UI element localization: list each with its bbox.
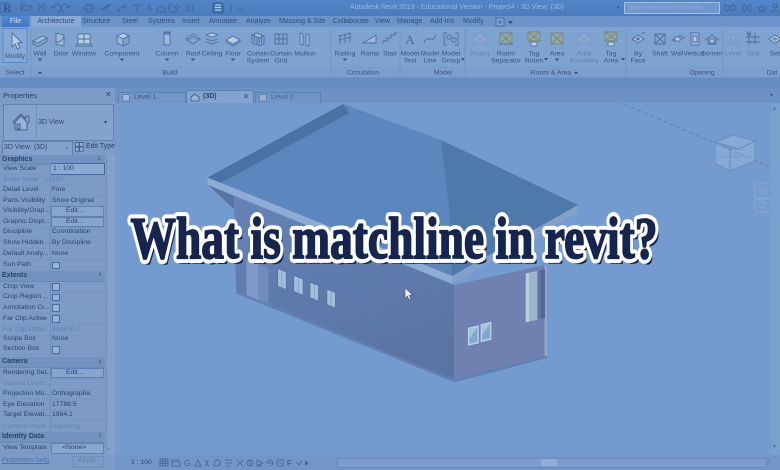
svg-text:What is matchline in revit?: What is matchline in revit? [131,205,658,272]
svg-text:Room: Room [497,51,515,58]
svg-text:Room: Room [471,51,489,58]
svg-text:Ramp: Ramp [361,51,379,58]
svg-text:Grid: Grid [275,58,288,65]
svg-text:Model: Model [421,51,440,58]
svg-text:Tag: Tag [529,51,540,58]
svg-text:Ceiling: Ceiling [202,51,223,58]
svg-text:Component: Component [104,51,139,58]
svg-text:Curtain: Curtain [270,51,292,58]
svg-text:Area: Area [550,51,565,58]
svg-text:Model: Model [401,51,420,58]
svg-text:Area: Area [577,51,592,58]
svg-text:Level: Level [725,51,742,58]
svg-text:Model: Model [434,70,453,77]
svg-text:Grid: Grid [747,51,760,58]
svg-text:Boundary: Boundary [569,58,599,65]
svg-text:Group: Group [442,58,461,65]
svg-text:Room: Room [525,58,543,65]
svg-text:Face: Face [630,58,645,65]
svg-text:Select: Select [6,70,25,77]
svg-text:Dat: Dat [767,70,778,77]
svg-text:A: A [146,3,152,13]
svg-text:Modify: Modify [5,53,26,60]
svg-text:Build: Build [162,70,177,77]
svg-text:Area: Area [604,58,619,65]
svg-text:Curtain: Curtain [247,51,269,58]
svg-text:Wall: Wall [671,51,683,58]
svg-text:G: G [184,459,190,468]
svg-text:A: A [405,32,415,47]
svg-text:Opening: Opening [689,70,715,77]
svg-text:Separator: Separator [491,58,522,65]
svg-text:Mullion: Mullion [294,51,316,58]
svg-text:By: By [634,51,643,58]
svg-text:Model: Model [442,51,461,58]
svg-text:Text: Text [404,58,417,65]
svg-text:»: » [238,4,243,13]
svg-text:Railing: Railing [335,51,356,58]
svg-text:Shaft: Shaft [652,51,668,58]
svg-text:Set: Set [770,51,780,58]
svg-text:Stair: Stair [383,51,398,58]
svg-text:Roof: Roof [186,51,200,58]
svg-text:Dormer: Dormer [702,51,723,58]
svg-text:Line: Line [424,58,437,65]
svg-text:Floor: Floor [225,51,241,58]
svg-text:System: System [247,58,270,65]
svg-text:Tag: Tag [606,51,617,58]
svg-text:Wall: Wall [34,51,47,58]
svg-text:Room & Area: Room & Area [531,70,572,77]
svg-text:Window: Window [72,51,96,58]
svg-text:Column: Column [155,51,179,58]
svg-text:Circulation: Circulation [347,70,379,77]
svg-text:Door: Door [54,51,69,58]
